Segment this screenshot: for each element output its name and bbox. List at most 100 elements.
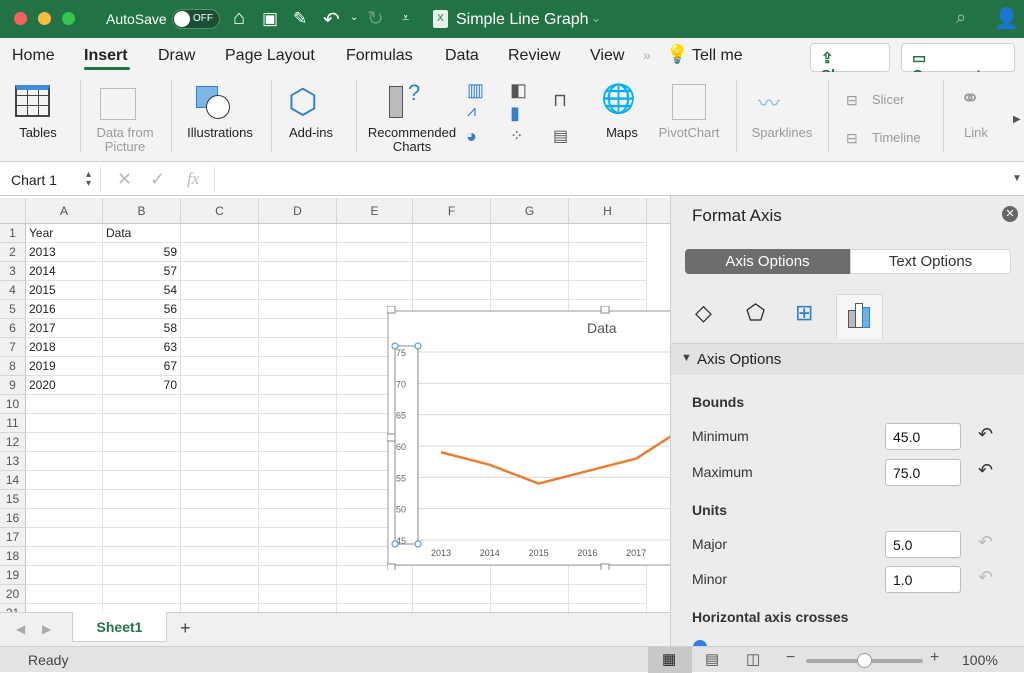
edit-icon[interactable]: ✎ xyxy=(293,9,307,29)
cell[interactable] xyxy=(181,528,259,547)
redo-icon[interactable]: ↻ xyxy=(367,6,384,31)
cell[interactable] xyxy=(259,433,337,452)
cell[interactable] xyxy=(26,547,103,566)
cell[interactable] xyxy=(181,376,259,395)
zoom-level[interactable]: 100% xyxy=(962,652,998,668)
cell[interactable] xyxy=(103,585,181,604)
cell[interactable]: 59 xyxy=(103,243,181,262)
undo-dropdown-icon[interactable]: ⌄ xyxy=(350,12,358,23)
row-header[interactable]: 16 xyxy=(0,509,26,528)
pie-chart-icon[interactable]: ◕ xyxy=(466,126,477,147)
row-header[interactable]: 13 xyxy=(0,452,26,471)
cell[interactable] xyxy=(181,490,259,509)
normal-view-button[interactable]: ▦ xyxy=(648,647,692,673)
cell[interactable]: 70 xyxy=(103,376,181,395)
reset-minimum-icon[interactable]: ↶ xyxy=(978,424,993,445)
data-from-picture-label-2[interactable]: Picture xyxy=(88,140,162,154)
cell[interactable] xyxy=(259,490,337,509)
line-chart[interactable]: 4550556065707520132014201520162017201820… xyxy=(387,306,670,570)
timeline-label[interactable]: Timeline xyxy=(872,131,921,145)
slicer-icon[interactable]: ⊟ xyxy=(846,92,858,109)
tables-icon[interactable] xyxy=(15,85,50,117)
cell[interactable] xyxy=(491,585,569,604)
column-header[interactable]: A xyxy=(26,198,103,224)
row-header[interactable]: 12 xyxy=(0,433,26,452)
cell[interactable] xyxy=(26,585,103,604)
addins-icon[interactable]: ⬡ xyxy=(288,82,318,122)
close-pane-icon[interactable]: ✕ xyxy=(1002,206,1018,222)
comments-button[interactable]: ▭ Comments xyxy=(901,43,1015,72)
row-header[interactable]: 17 xyxy=(0,528,26,547)
minimum-input[interactable]: 45.0 xyxy=(885,423,961,450)
waterfall-chart-icon[interactable]: ⊓ xyxy=(553,90,567,111)
scatter-chart-icon[interactable]: ⁘ xyxy=(510,126,523,146)
cell[interactable] xyxy=(26,490,103,509)
customize-toolbar-icon[interactable]: ⩡ xyxy=(402,10,409,26)
cell[interactable] xyxy=(26,414,103,433)
maps-label[interactable]: Maps xyxy=(600,126,644,140)
cell[interactable] xyxy=(181,509,259,528)
cell[interactable]: 54 xyxy=(103,281,181,300)
cell[interactable] xyxy=(103,528,181,547)
cell[interactable] xyxy=(103,471,181,490)
column-header[interactable]: D xyxy=(259,198,337,224)
save-icon[interactable]: ▣ xyxy=(262,9,278,29)
column-header[interactable]: F xyxy=(413,198,491,224)
cell[interactable] xyxy=(569,262,647,281)
addins-label[interactable]: Add-ins xyxy=(282,126,340,140)
cell[interactable] xyxy=(103,414,181,433)
add-sheet-icon[interactable]: + xyxy=(180,618,191,639)
recommended-charts-icon[interactable] xyxy=(389,86,403,118)
cell[interactable]: 2018 xyxy=(26,338,103,357)
cell[interactable]: 56 xyxy=(103,300,181,319)
cell[interactable]: 2015 xyxy=(26,281,103,300)
cell[interactable] xyxy=(491,281,569,300)
cancel-icon[interactable]: ✕ xyxy=(117,169,132,190)
row-header[interactable]: 10 xyxy=(0,395,26,414)
ribbon-scroll-right-icon[interactable]: ▶ xyxy=(1013,114,1021,125)
column-chart-icon[interactable]: ▥ xyxy=(467,80,484,101)
cell[interactable] xyxy=(259,338,337,357)
chart-title[interactable]: Data xyxy=(587,320,617,336)
tab-formulas[interactable]: Formulas xyxy=(346,47,413,65)
cell[interactable] xyxy=(259,471,337,490)
recommended-charts-label-2[interactable]: Charts xyxy=(362,140,462,154)
cell[interactable] xyxy=(413,224,491,243)
page-break-view-icon[interactable]: ◫ xyxy=(746,650,760,668)
cell[interactable] xyxy=(337,243,413,262)
row-header[interactable]: 15 xyxy=(0,490,26,509)
sparklines-icon[interactable]: 〰 xyxy=(758,86,780,118)
cell[interactable] xyxy=(491,243,569,262)
cell[interactable] xyxy=(26,528,103,547)
cell[interactable] xyxy=(181,319,259,338)
cell[interactable] xyxy=(491,262,569,281)
column-header[interactable]: B xyxy=(103,198,181,224)
pivotchart-icon[interactable] xyxy=(672,84,706,120)
fill-line-icon[interactable]: ◇ xyxy=(695,300,712,326)
cell[interactable] xyxy=(413,262,491,281)
cell[interactable] xyxy=(413,585,491,604)
row-header[interactable]: 2 xyxy=(0,243,26,262)
slicer-label[interactable]: Slicer xyxy=(872,93,905,107)
column-header[interactable]: G xyxy=(491,198,569,224)
cell[interactable] xyxy=(337,224,413,243)
major-input[interactable]: 5.0 xyxy=(885,531,961,558)
tab-home[interactable]: Home xyxy=(12,47,55,65)
row-header[interactable]: 11 xyxy=(0,414,26,433)
cell[interactable] xyxy=(181,243,259,262)
next-sheet-icon[interactable]: ▶ xyxy=(42,622,51,636)
cell[interactable] xyxy=(259,357,337,376)
cell[interactable] xyxy=(181,300,259,319)
cell[interactable] xyxy=(259,300,337,319)
tell-me[interactable]: Tell me xyxy=(692,47,743,65)
axis-options-icon-tab[interactable] xyxy=(836,294,883,339)
illustrations-label[interactable]: Illustrations xyxy=(180,126,260,140)
row-header[interactable]: 1 xyxy=(0,224,26,243)
name-box-stepper-icon[interactable]: ▴▾ xyxy=(86,170,91,188)
cell[interactable]: 2014 xyxy=(26,262,103,281)
cell[interactable]: 2013 xyxy=(26,243,103,262)
cell[interactable] xyxy=(413,243,491,262)
cell[interactable]: 67 xyxy=(103,357,181,376)
cell[interactable] xyxy=(181,433,259,452)
cell[interactable] xyxy=(259,376,337,395)
